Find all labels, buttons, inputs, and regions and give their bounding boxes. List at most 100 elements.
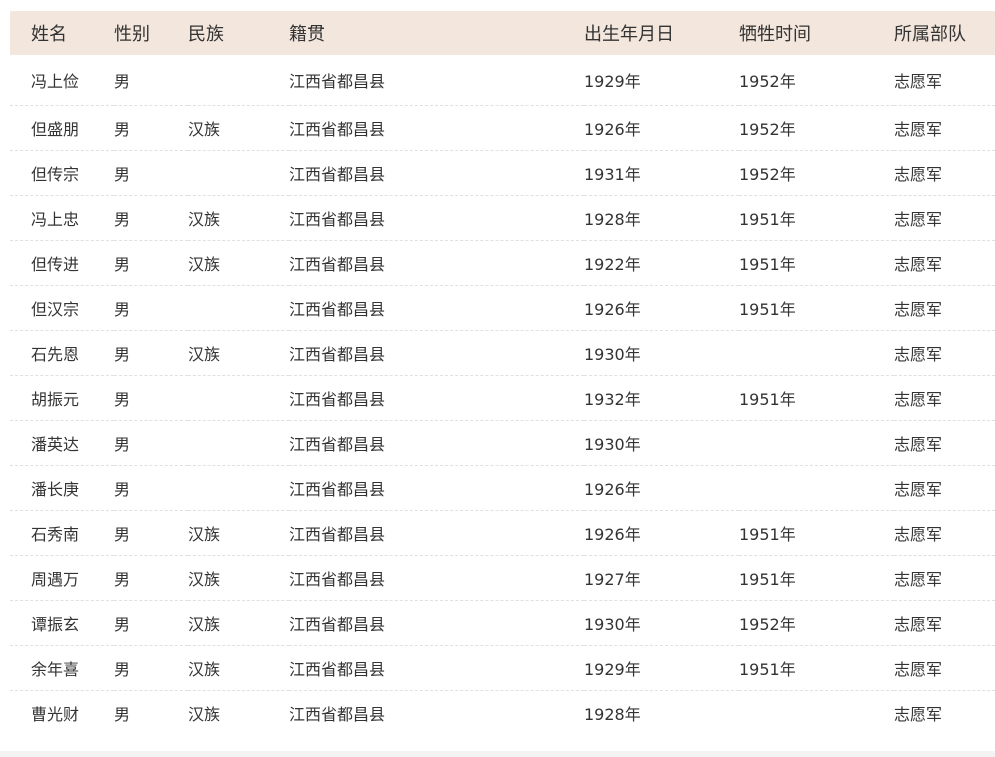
cell-gender: 男 <box>114 704 131 724</box>
cell-ethnicity <box>188 55 289 105</box>
table-row: 石先恩 男 汉族 江西省都昌县 1930年 志愿军 <box>10 330 995 375</box>
cell-gender: 男 <box>114 71 131 91</box>
cell-ethnicity <box>188 465 289 510</box>
cell-unit: 志愿军 <box>894 119 943 139</box>
cell-birth-date: 1931年 <box>584 164 641 184</box>
cell-name: 胡振元 <box>31 389 80 409</box>
cell-death-time <box>739 330 894 375</box>
cell-death-time: 1951年 <box>739 569 796 589</box>
table-row: 但盛朋 男 汉族 江西省都昌县 1926年 1952年 志愿军 <box>10 105 995 150</box>
header-gender: 性别 <box>114 24 150 45</box>
cell-gender: 男 <box>114 479 131 499</box>
header-hometown: 籍贯 <box>289 24 325 45</box>
table-row: 谭振玄 男 汉族 江西省都昌县 1930年 1952年 志愿军 <box>10 600 995 645</box>
records-table: 姓名 性别 民族 籍贯 出生年月日 牺牲时间 所属部队 冯上俭男江西省都昌县 19… <box>10 11 995 735</box>
cell-unit: 志愿军 <box>894 704 943 724</box>
cell-death-time: 1951年 <box>739 299 796 319</box>
cell-birth-date: 1928年 <box>584 209 641 229</box>
cell-name: 周遇万 <box>31 569 80 589</box>
cell-birth-date: 1926年 <box>584 479 641 499</box>
header-name: 姓名 <box>31 24 67 45</box>
cell-gender: 男 <box>114 569 131 589</box>
cell-ethnicity: 汉族 <box>188 209 221 229</box>
records-table-container: 姓名 性别 民族 籍贯 出生年月日 牺牲时间 所属部队 冯上俭男江西省都昌县 19… <box>10 11 995 751</box>
cell-hometown: 江西省都昌县 <box>289 569 386 589</box>
table-row: 冯上俭 男 江西省都昌县 1929年 1952年 志愿军 <box>10 55 995 105</box>
table-row: 潘英达 男 江西省都昌县 1930年 志愿军 <box>10 420 995 465</box>
cell-gender: 男 <box>114 164 131 184</box>
cell-unit: 志愿军 <box>894 434 943 454</box>
table-header: 姓名 性别 民族 籍贯 出生年月日 牺牲时间 所属部队 <box>10 11 995 55</box>
cell-unit: 志愿军 <box>894 299 943 319</box>
page-panel: 姓名 性别 民族 籍贯 出生年月日 牺牲时间 所属部队 冯上俭男江西省都昌县 19… <box>0 0 995 751</box>
cell-death-time: 1952年 <box>739 119 796 139</box>
cell-ethnicity <box>188 150 289 195</box>
cell-name: 石秀南 <box>31 524 80 544</box>
cell-birth-date: 1929年 <box>584 71 641 91</box>
cell-death-time: 1952年 <box>739 614 796 634</box>
cell-unit: 志愿军 <box>894 569 943 589</box>
header-birth-date: 出生年月日 <box>584 24 674 45</box>
cell-hometown: 江西省都昌县 <box>289 119 386 139</box>
cell-birth-date: 1928年 <box>584 704 641 724</box>
header-unit: 所属部队 <box>894 24 966 45</box>
cell-name: 曹光财 <box>31 704 80 724</box>
cell-birth-date: 1930年 <box>584 344 641 364</box>
cell-birth-date: 1930年 <box>584 434 641 454</box>
cell-name: 但汉宗 <box>31 299 80 319</box>
table-row: 石秀南 男 汉族 江西省都昌县 1926年 1951年 志愿军 <box>10 510 995 555</box>
header-death-time: 牺牲时间 <box>739 24 811 45</box>
cell-gender: 男 <box>114 524 131 544</box>
cell-name: 冯上俭 <box>31 71 80 91</box>
cell-death-time: 1951年 <box>739 659 796 679</box>
cell-birth-date: 1926年 <box>584 119 641 139</box>
cell-name: 潘长庚 <box>31 479 80 499</box>
cell-gender: 男 <box>114 344 131 364</box>
table-row: 余年喜 男 汉族 江西省都昌县 1929年 1951年 志愿军 <box>10 645 995 690</box>
cell-ethnicity: 汉族 <box>188 254 221 274</box>
cell-ethnicity <box>188 375 289 420</box>
table-row: 潘长庚 男 江西省都昌县 1926年 志愿军 <box>10 465 995 510</box>
cell-hometown: 江西省都昌县 <box>289 254 386 274</box>
cell-gender: 男 <box>114 434 131 454</box>
cell-death-time: 1951年 <box>739 254 796 274</box>
cell-death-time: 1952年 <box>739 71 796 91</box>
cell-hometown: 江西省都昌县 <box>289 299 386 319</box>
cell-unit: 志愿军 <box>894 254 943 274</box>
cell-birth-date: 1932年 <box>584 389 641 409</box>
cell-ethnicity: 汉族 <box>188 344 221 364</box>
cell-gender: 男 <box>114 659 131 679</box>
cell-birth-date: 1926年 <box>584 524 641 544</box>
cell-gender: 男 <box>114 254 131 274</box>
cell-hometown: 江西省都昌县 <box>289 704 386 724</box>
table-row: 但传宗 男 江西省都昌县 1931年 1952年 志愿军 <box>10 150 995 195</box>
cell-death-time: 1952年 <box>739 164 796 184</box>
cell-name: 冯上忠 <box>31 209 80 229</box>
table-row: 曹光财 男 汉族 江西省都昌县 1928年 志愿军 <box>10 690 995 735</box>
cell-name: 潘英达 <box>31 434 80 454</box>
cell-death-time: 1951年 <box>739 389 796 409</box>
cell-unit: 志愿军 <box>894 164 943 184</box>
cell-birth-date: 1926年 <box>584 299 641 319</box>
cell-death-time <box>739 690 894 735</box>
cell-hometown: 江西省都昌县 <box>289 344 386 364</box>
cell-unit: 志愿军 <box>894 524 943 544</box>
cell-hometown: 江西省都昌县 <box>289 659 386 679</box>
cell-name: 余年喜 <box>31 659 80 679</box>
cell-unit: 志愿军 <box>894 344 943 364</box>
cell-hometown: 江西省都昌县 <box>289 614 386 634</box>
cell-ethnicity: 汉族 <box>188 569 221 589</box>
cell-death-time <box>739 465 894 510</box>
cell-hometown: 江西省都昌县 <box>289 164 386 184</box>
cell-gender: 男 <box>114 614 131 634</box>
header-row: 姓名 性别 民族 籍贯 出生年月日 牺牲时间 所属部队 <box>10 11 995 55</box>
cell-hometown: 江西省都昌县 <box>289 71 386 91</box>
table-body: 冯上俭男江西省都昌县 1929年 1952年 志愿军 但盛朋男汉族 江西省都昌县 1926年… <box>10 55 995 735</box>
cell-name: 但传进 <box>31 254 80 274</box>
cell-ethnicity: 汉族 <box>188 524 221 544</box>
cell-name: 石先恩 <box>31 344 80 364</box>
cell-ethnicity: 汉族 <box>188 614 221 634</box>
cell-gender: 男 <box>114 299 131 319</box>
cell-ethnicity: 汉族 <box>188 119 221 139</box>
header-ethnicity: 民族 <box>188 24 224 45</box>
